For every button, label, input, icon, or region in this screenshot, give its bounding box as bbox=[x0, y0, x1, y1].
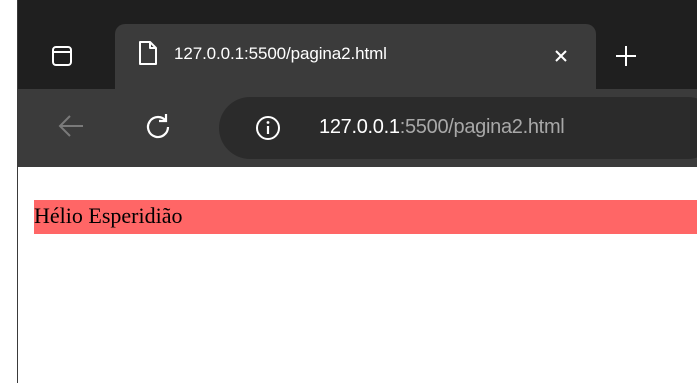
highlighted-name-bar: Hélio Esperidião bbox=[34, 200, 697, 234]
tab-title: 127.0.0.1:5500/pagina2.html bbox=[174, 44, 387, 63]
reload-button[interactable] bbox=[142, 110, 174, 142]
back-button[interactable] bbox=[56, 111, 86, 141]
tab-actions-icon bbox=[52, 46, 72, 66]
name-text: Hélio Esperidião bbox=[34, 203, 183, 228]
close-icon bbox=[555, 50, 567, 62]
page-icon bbox=[139, 41, 157, 65]
plus-icon bbox=[616, 46, 636, 66]
page-content: Hélio Esperidião bbox=[18, 167, 697, 383]
tab-actions-button[interactable] bbox=[48, 42, 76, 70]
info-icon[interactable] bbox=[255, 115, 281, 141]
browser-window: 127.0.0.1:5500/pagina2.html 127.0.0.1:55… bbox=[18, 0, 697, 383]
reload-icon bbox=[146, 114, 170, 139]
active-tab[interactable]: 127.0.0.1:5500/pagina2.html bbox=[115, 24, 596, 89]
url-host: 127.0.0.1 bbox=[319, 116, 400, 138]
toolbar: 127.0.0.1:5500/pagina2.html bbox=[18, 89, 697, 167]
new-tab-button[interactable] bbox=[612, 42, 640, 70]
close-tab-button[interactable] bbox=[547, 42, 575, 70]
address-bar[interactable]: 127.0.0.1:5500/pagina2.html bbox=[219, 97, 697, 159]
address-text[interactable]: 127.0.0.1:5500/pagina2.html bbox=[319, 116, 565, 139]
url-path: :5500/pagina2.html bbox=[399, 116, 565, 138]
back-arrow-icon bbox=[58, 115, 83, 137]
window-left-edge bbox=[0, 0, 18, 383]
